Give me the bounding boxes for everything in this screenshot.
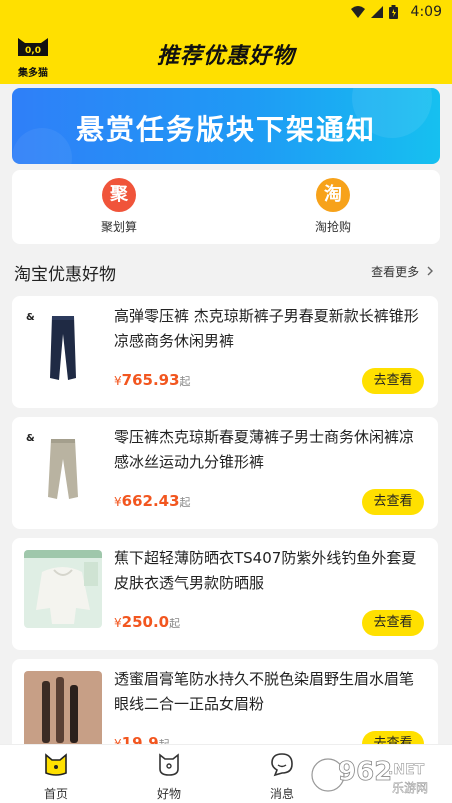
status-icons xyxy=(351,5,398,19)
site-watermark: 962 .NET 乐游网 xyxy=(308,752,444,798)
chevron-right-icon xyxy=(427,266,433,276)
product-card[interactable]: & 高弹零压裤 杰克琼斯裤子男春夏新款长裤锥形凉感商务休闲男裤 ¥765.93起… xyxy=(12,296,438,408)
tab-goods[interactable]: 好物 xyxy=(134,751,204,802)
price-value: 662.43 xyxy=(121,492,180,510)
cat-home-icon xyxy=(45,753,67,776)
svg-text:&: & xyxy=(26,433,35,444)
price-currency: ¥ xyxy=(114,616,122,630)
price-suffix: 起 xyxy=(179,375,191,388)
product-title: 高弹零压裤 杰克琼斯裤子男春夏新款长裤锥形凉感商务休闲男裤 xyxy=(114,307,419,350)
product-price: ¥250.0起 xyxy=(114,612,180,631)
price-currency: ¥ xyxy=(114,495,122,509)
platform-shortcuts: 聚 聚划算 淘 淘抢购 xyxy=(12,170,440,244)
price-suffix: 起 xyxy=(169,617,181,630)
view-product-button[interactable]: 去查看 xyxy=(362,368,424,394)
juhuasuan-icon: 聚 xyxy=(102,178,136,212)
battery-icon xyxy=(389,5,398,19)
watermark-text: 962 xyxy=(338,757,392,787)
price-suffix: 起 xyxy=(179,496,191,509)
product-title: 蕉下超轻薄防晒衣TS407防紫外线钓鱼外套夏皮肤衣透气男款防晒服 xyxy=(114,549,417,592)
tab-messages[interactable]: 消息 xyxy=(247,751,317,802)
view-product-button[interactable]: 去查看 xyxy=(362,489,424,515)
message-icon xyxy=(271,753,293,777)
status-time: 4:09 xyxy=(410,4,442,20)
price-value: 765.93 xyxy=(121,371,180,389)
tab-label: 消息 xyxy=(269,787,294,801)
signal-icon xyxy=(371,6,383,18)
view-product-button[interactable]: 去查看 xyxy=(362,610,424,636)
platform-label: 聚划算 xyxy=(100,220,137,234)
section-header: 淘宝优惠好物 查看更多 xyxy=(12,258,440,285)
watermark-subtext: 乐游网 xyxy=(392,781,428,795)
platform-taoqianggou[interactable]: 淘 淘抢购 xyxy=(273,178,393,235)
taoqianggou-icon: 淘 xyxy=(316,178,350,212)
view-more-link[interactable]: 查看更多 xyxy=(371,263,434,280)
product-image-khaki-pants: & xyxy=(24,429,102,507)
banner-text: 悬赏任务版块下架通知 xyxy=(75,113,376,146)
watermark-net: .NET xyxy=(388,762,425,778)
tab-label: 好物 xyxy=(156,787,181,801)
tab-home[interactable]: 首页 xyxy=(21,751,91,802)
tab-label: 首页 xyxy=(43,787,68,801)
wifi-icon xyxy=(351,6,365,18)
platform-label: 淘抢购 xyxy=(314,220,351,234)
product-image-navy-pants: & xyxy=(24,308,102,386)
product-card[interactable]: & 零压裤杰克琼斯春夏薄裤子男士商务休闲裤凉感冰丝运动九分锥形裤 ¥662.43… xyxy=(12,417,438,529)
product-title: 透蜜眉膏笔防水持久不脱色染眉野生眉水眉笔眼线二合一正品女眉粉 xyxy=(114,670,415,713)
product-price: ¥662.43起 xyxy=(114,491,191,510)
view-more-label: 查看更多 xyxy=(371,265,420,279)
status-bar: 4:09 xyxy=(0,0,452,24)
product-card[interactable]: 蕉下超轻薄防晒衣TS407防紫外线钓鱼外套夏皮肤衣透气男款防晒服 ¥250.0起… xyxy=(12,538,438,650)
product-price: ¥765.93起 xyxy=(114,370,191,389)
price-value: 250.0 xyxy=(121,613,170,631)
product-image-sun-jacket xyxy=(24,550,102,628)
price-currency: ¥ xyxy=(114,374,122,388)
product-title: 零压裤杰克琼斯春夏薄裤子男士商务休闲裤凉感冰丝运动九分锥形裤 xyxy=(114,428,415,471)
notice-banner[interactable]: 悬赏任务版块下架通知 xyxy=(12,88,440,164)
product-image-eyebrow-pencils xyxy=(24,671,102,749)
platform-juhuasuan[interactable]: 聚 聚划算 xyxy=(59,178,179,235)
section-title: 淘宝优惠好物 xyxy=(14,265,116,285)
goods-icon xyxy=(159,753,179,776)
app-header: 0,0 集多猫 推荐优惠好物 xyxy=(0,24,452,84)
page-title: 推荐优惠好物 xyxy=(156,44,295,69)
svg-text:&: & xyxy=(26,312,35,323)
